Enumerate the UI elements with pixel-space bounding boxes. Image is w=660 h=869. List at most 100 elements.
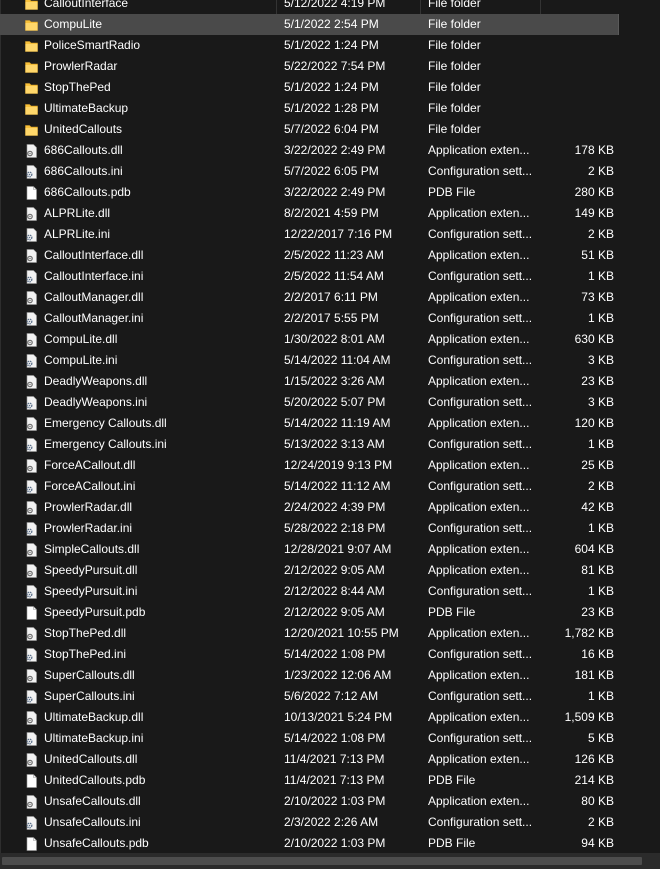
dll-file-icon [25,711,38,725]
file-row[interactable]: CompuLite.dll 1/30/2022 8:01 AM Applicatio… [0,329,660,350]
file-icon [25,606,38,620]
file-row[interactable]: CalloutInterface.ini 2/5/2022 11:54 AM Con… [0,266,660,287]
file-date-modified: 10/13/2021 5:24 PM [284,710,393,724]
column-separator[interactable] [276,0,277,14]
scrollbar-thumb[interactable] [2,857,642,865]
file-type: Application exten... [428,290,530,304]
file-row[interactable]: UltimateBackup.ini 5/14/2022 1:08 PM Confi… [0,728,660,749]
file-name: UltimateBackup.dll [44,710,144,724]
file-name: 686Callouts.pdb [44,185,131,199]
file-size: 80 KB [581,794,614,808]
file-date-modified: 8/2/2021 4:59 PM [284,206,379,220]
file-row[interactable]: CalloutManager.dll 2/2/2017 6:11 PM Applic… [0,287,660,308]
file-row[interactable]: PoliceSmartRadio 5/1/2022 1:24 PM File fol… [0,35,660,56]
file-name: UnsafeCallouts.ini [44,815,141,829]
file-type: Configuration sett... [428,647,533,661]
file-row[interactable]: UnsafeCallouts.ini 2/3/2022 2:26 AM Config… [0,812,660,833]
horizontal-scrollbar[interactable] [0,853,660,869]
file-row[interactable]: StopThePed 5/1/2022 1:24 PM File folder [0,77,660,98]
file-row[interactable]: UltimateBackup.dll 10/13/2021 5:24 PM Appl… [0,707,660,728]
file-type: Application exten... [428,332,530,346]
file-row[interactable]: CalloutInterface.dll 2/5/2022 11:23 AM App… [0,245,660,266]
dll-file-icon [25,459,38,473]
file-date-modified: 5/14/2022 1:08 PM [284,647,386,661]
file-row[interactable]: SpeedyPursuit.dll 2/12/2022 9:05 AM Applic… [0,560,660,581]
file-row[interactable]: 686Callouts.ini 5/7/2022 6:05 PM Configura… [0,161,660,182]
file-row[interactable]: ProwlerRadar.dll 2/24/2022 4:39 PM Applica… [0,497,660,518]
file-row[interactable]: UnsafeCallouts.pdb 2/10/2022 1:03 PM PDB F… [0,833,660,854]
file-row[interactable]: SimpleCallouts.dll 12/28/2021 9:07 AM Appl… [0,539,660,560]
file-row[interactable]: UnitedCallouts.dll 11/4/2021 7:13 PM Appli… [0,749,660,770]
file-type: Configuration sett... [428,227,533,241]
file-type: Application exten... [428,710,530,724]
file-size: 1,509 KB [564,710,614,724]
file-size: 16 KB [581,647,614,661]
file-type: Application exten... [428,248,530,262]
file-row[interactable]: Emergency Callouts.dll 5/14/2022 11:19 AM… [0,413,660,434]
file-size: 1 KB [587,311,614,325]
file-date-modified: 12/22/2017 7:16 PM [284,227,393,241]
file-date-modified: 5/7/2022 6:04 PM [284,122,379,136]
file-size: 3 KB [587,395,614,409]
file-row[interactable]: StopThePed.ini 5/14/2022 1:08 PM Configura… [0,644,660,665]
file-row[interactable]: UnitedCallouts 5/7/2022 6:04 PM File folde… [0,119,660,140]
file-name: SpeedyPursuit.dll [44,563,138,577]
file-row[interactable]: CalloutManager.ini 2/2/2017 5:55 PM Config… [0,308,660,329]
dll-file-icon [25,564,38,578]
file-type: Application exten... [428,563,530,577]
file-row[interactable]: UnsafeCallouts.dll 2/10/2022 1:03 PM Appli… [0,791,660,812]
file-row[interactable]: DeadlyWeapons.ini 5/20/2022 5:07 PM Config… [0,392,660,413]
ini-file-icon [25,354,38,368]
file-type: Configuration sett... [428,353,533,367]
file-row[interactable]: ForceACallout.ini 5/14/2022 11:12 AM Confi… [0,476,660,497]
file-type: File folder [428,101,481,115]
column-separator[interactable] [540,0,541,14]
file-name: SuperCallouts.dll [44,668,135,682]
dll-file-icon [25,753,38,767]
file-row[interactable]: UltimateBackup 5/1/2022 1:28 PM File folde… [0,98,660,119]
file-date-modified: 5/6/2022 7:12 AM [284,689,379,703]
column-separator[interactable] [420,0,421,14]
file-row[interactable]: ALPRLite.dll 8/2/2021 4:59 PM Application … [0,203,660,224]
file-name: UltimateBackup [44,101,129,115]
file-date-modified: 5/20/2022 5:07 PM [284,395,386,409]
file-type: Application exten... [428,626,530,640]
file-row[interactable]: DeadlyWeapons.dll 1/15/2022 3:26 AM Applic… [0,371,660,392]
file-row[interactable]: SuperCallouts.dll 1/23/2022 12:06 AM Appli… [0,665,660,686]
file-type: Application exten... [428,500,530,514]
file-row[interactable]: 686Callouts.dll 3/22/2022 2:49 PM Applicat… [0,140,660,161]
file-row[interactable]: CalloutInterface 5/12/2022 4:19 PM File fo… [0,0,660,14]
file-row[interactable]: Emergency Callouts.ini 5/13/2022 3:13 AM C… [0,434,660,455]
file-size: 94 KB [581,836,614,850]
file-name: ForceACallout.ini [44,479,136,493]
file-type: Configuration sett... [428,479,533,493]
file-row[interactable]: CompuLite.ini 5/14/2022 11:04 AM Configura… [0,350,660,371]
file-row[interactable]: 686Callouts.pdb 3/22/2022 2:49 PM PDB File… [0,182,660,203]
file-row[interactable]: SpeedyPursuit.pdb 2/12/2022 9:05 AM PDB Fi… [0,602,660,623]
file-type: File folder [428,80,481,94]
file-row[interactable]: CompuLite 5/1/2022 2:54 PM File folder [0,14,619,35]
file-row[interactable]: SpeedyPursuit.ini 2/12/2022 8:44 AM Config… [0,581,660,602]
folder-icon [25,0,38,11]
file-row[interactable]: UnitedCallouts.pdb 11/4/2021 7:13 PM PDB F… [0,770,660,791]
file-row[interactable]: ALPRLite.ini 12/22/2017 7:16 PM Configurat… [0,224,660,245]
file-name: CalloutManager.dll [44,290,144,304]
file-row[interactable]: ProwlerRadar 5/22/2022 7:54 PM File folder [0,56,660,77]
file-name: StopThePed [44,80,111,94]
file-row[interactable]: SuperCallouts.ini 5/6/2022 7:12 AM Configu… [0,686,660,707]
folder-icon [25,123,38,137]
folder-icon [25,102,38,116]
file-row[interactable]: ForceACallout.dll 12/24/2019 9:13 PM Appli… [0,455,660,476]
file-date-modified: 5/22/2022 7:54 PM [284,59,386,73]
file-row[interactable]: ProwlerRadar.ini 5/28/2022 2:18 PM Configu… [0,518,660,539]
file-row[interactable]: StopThePed.dll 12/20/2021 10:55 PM Applica… [0,623,660,644]
dll-file-icon [25,144,38,158]
ini-file-icon [25,480,38,494]
file-date-modified: 2/12/2022 9:05 AM [284,605,385,619]
file-name: SimpleCallouts.dll [44,542,140,556]
file-date-modified: 2/10/2022 1:03 PM [284,794,386,808]
file-size: 1 KB [587,521,614,535]
file-date-modified: 2/2/2017 5:55 PM [284,311,379,325]
file-name: PoliceSmartRadio [44,38,141,52]
file-type: Application exten... [428,206,530,220]
